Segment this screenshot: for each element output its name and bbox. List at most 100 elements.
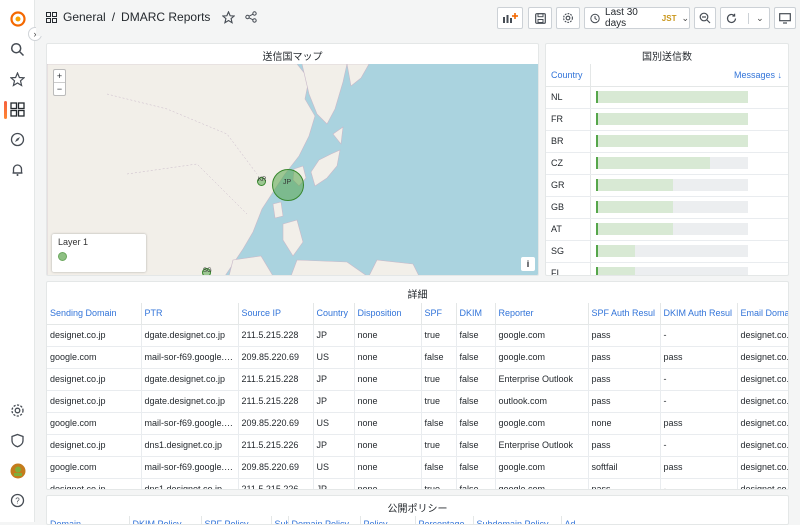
- table-row[interactable]: FI1: [546, 262, 788, 275]
- refresh-interval-chevron-icon[interactable]: ⌄: [748, 12, 764, 24]
- column-header[interactable]: PTR: [141, 303, 239, 325]
- table-cell: dgate.designet.co.jp: [141, 390, 239, 413]
- map-attribution-info-button[interactable]: i: [521, 257, 535, 271]
- messages-gauge-bar: [595, 157, 748, 169]
- table-cell: google.com: [495, 478, 589, 489]
- table-cell: false: [421, 346, 457, 369]
- grafana-logo-icon[interactable]: [9, 10, 26, 27]
- table-row[interactable]: designet.co.jp dgate.designet.co.jp 211.5.…: [47, 390, 788, 413]
- table-row[interactable]: GR2: [546, 174, 788, 197]
- refresh-button[interactable]: ⌄: [720, 7, 770, 29]
- star-icon[interactable]: [222, 10, 236, 24]
- table-row[interactable]: BR4: [546, 130, 788, 153]
- column-header[interactable]: Email Domai: [737, 303, 788, 325]
- policy-panel-title[interactable]: 公開ポリシー: [47, 500, 788, 515]
- table-cell: true: [421, 434, 457, 457]
- user-avatar-icon[interactable]: [9, 462, 26, 479]
- table-cell: designet.co.jp: [737, 346, 788, 369]
- map-panel-title[interactable]: 送信国マップ: [47, 48, 538, 63]
- settings-gear-icon[interactable]: [9, 402, 26, 419]
- table-cell: JP: [313, 478, 355, 489]
- column-header[interactable]: DKIM: [456, 303, 496, 325]
- column-header[interactable]: Sub: [271, 516, 289, 524]
- messages-gauge-bar: [595, 245, 748, 257]
- table-cell: US: [313, 456, 355, 479]
- detail-panel-title[interactable]: 詳細: [47, 286, 788, 301]
- messages-gauge-fill: [597, 135, 748, 147]
- table-cell: false: [421, 456, 457, 479]
- zoom-out-button[interactable]: −: [54, 83, 65, 95]
- table-row[interactable]: designet.co.jp dns1.designet.co.jp 211.5.2…: [47, 478, 788, 489]
- table-row[interactable]: NL4: [546, 86, 788, 109]
- table-cell: pass: [588, 434, 661, 457]
- table-cell: google.com: [47, 456, 142, 479]
- column-header[interactable]: Domain Policy: [288, 516, 361, 524]
- messages-gauge-fill: [597, 157, 710, 169]
- column-header[interactable]: Ad: [561, 516, 788, 524]
- dashboard-title[interactable]: DMARC Reports: [121, 10, 210, 24]
- messages-gauge-fill: [597, 245, 635, 257]
- table-cell: google.com: [47, 412, 142, 435]
- column-header[interactable]: Country: [313, 303, 355, 325]
- table-cell: true: [421, 324, 457, 347]
- zoom-in-button[interactable]: +: [54, 70, 65, 83]
- add-panel-button[interactable]: [497, 7, 523, 29]
- table-cell: false: [456, 412, 496, 435]
- table-row[interactable]: designet.co.jp dgate.designet.co.jp 211.5.…: [47, 368, 788, 391]
- column-header[interactable]: Sending Domain: [47, 303, 142, 325]
- table-row[interactable]: FR4: [546, 108, 788, 131]
- save-icon: [534, 12, 546, 24]
- column-header[interactable]: Disposition: [354, 303, 422, 325]
- column-header[interactable]: DKIM Policy: [129, 516, 202, 524]
- table-cell: mail-sor-f69.google.com: [141, 346, 239, 369]
- table-cell: false: [456, 368, 496, 391]
- table-row[interactable]: designet.co.jp dns1.designet.co.jp 211.5.2…: [47, 434, 788, 457]
- search-icon[interactable]: [9, 41, 26, 58]
- column-header[interactable]: Domain: [47, 516, 130, 524]
- table-row[interactable]: AT2: [546, 218, 788, 241]
- table-cell: dgate.designet.co.jp: [141, 368, 239, 391]
- column-header[interactable]: Policy: [360, 516, 416, 524]
- policy-panel: 公開ポリシー DomainDKIM PolicySPF PolicySubDom…: [46, 495, 789, 525]
- table-cell: designet.co.jp: [737, 478, 788, 489]
- alerting-bell-icon[interactable]: [9, 161, 26, 178]
- table-cell: 211.5.215.228: [238, 324, 314, 347]
- explore-icon[interactable]: [9, 131, 26, 148]
- column-header-messages[interactable]: Messages ↓: [590, 64, 788, 87]
- shield-icon[interactable]: [9, 432, 26, 449]
- column-header-country[interactable]: Country: [546, 64, 591, 87]
- table-row[interactable]: GB2: [546, 196, 788, 219]
- column-header[interactable]: Source IP: [238, 303, 314, 325]
- time-range-picker[interactable]: Last 30 days JST ⌄: [584, 7, 690, 29]
- zoom-out-time-button[interactable]: [694, 7, 716, 29]
- sidebar: ?: [0, 0, 35, 522]
- table-row[interactable]: SG1: [546, 240, 788, 263]
- column-header[interactable]: DKIM Auth Resul: [660, 303, 738, 325]
- table-row[interactable]: designet.co.jp dgate.designet.co.jp 211.5.…: [47, 324, 788, 347]
- table-cell: designet.co.jp: [47, 434, 142, 457]
- dashboard-settings-button[interactable]: [556, 7, 580, 29]
- marker-label-jp: JP: [283, 179, 292, 186]
- column-header[interactable]: Percentage: [415, 516, 474, 524]
- dashboards-icon[interactable]: [9, 101, 26, 118]
- save-dashboard-button[interactable]: [528, 7, 552, 29]
- starred-icon[interactable]: [9, 71, 26, 88]
- share-icon[interactable]: [245, 11, 258, 23]
- table-row[interactable]: google.com mail-sor-f69.google.com 209.85.…: [47, 346, 788, 369]
- dashboard-grid-icon: [46, 11, 57, 23]
- column-header[interactable]: SPF: [421, 303, 457, 325]
- help-icon[interactable]: ?: [9, 492, 26, 509]
- column-header[interactable]: Subdomain Policy: [473, 516, 562, 524]
- column-header[interactable]: SPF Policy: [201, 516, 272, 524]
- table-row[interactable]: CZ3: [546, 152, 788, 175]
- table-cell: Enterprise Outlook: [495, 434, 589, 457]
- table-cell: JP: [313, 390, 355, 413]
- messages-cell: 4: [590, 108, 788, 131]
- country-panel-title[interactable]: 国別送信数: [546, 48, 788, 63]
- table-row[interactable]: google.com mail-sor-f69.google.com 209.85.…: [47, 456, 788, 479]
- column-header[interactable]: SPF Auth Resul: [588, 303, 661, 325]
- column-header[interactable]: Reporter: [495, 303, 589, 325]
- table-row[interactable]: google.com mail-sor-f69.google.com 209.85.…: [47, 412, 788, 435]
- breadcrumb-folder[interactable]: General: [63, 10, 106, 24]
- tv-mode-button[interactable]: [774, 7, 796, 29]
